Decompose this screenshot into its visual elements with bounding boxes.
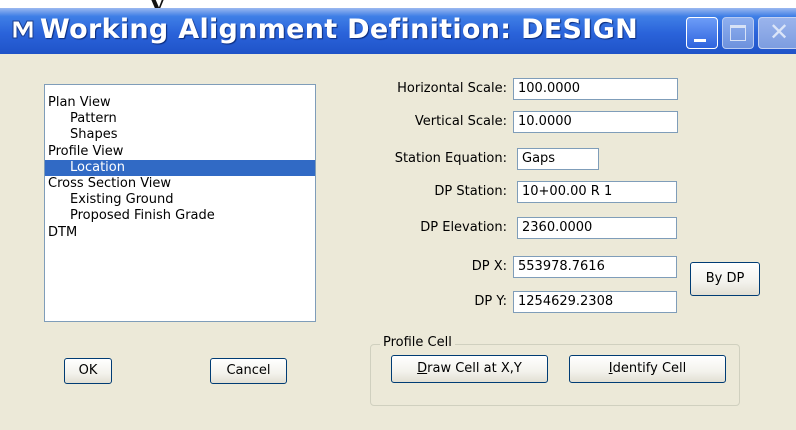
dp-station-label: DP Station: [434,184,507,199]
title-bar[interactable]: Working Alignment Definition: DESIGN ✕ [0,8,796,54]
profile-cell-group-title: Profile Cell [380,335,455,350]
identify-cell-button[interactable]: Identify Cell [569,355,726,383]
list-item-plan-view[interactable]: Plan View [45,95,315,111]
list-item-proposed-finish-grade[interactable]: Proposed Finish Grade [45,208,315,224]
dp-elevation-label: DP Elevation: [420,220,507,235]
vertical-scale-field[interactable]: 10.0000 [513,111,678,133]
window-title: Working Alignment Definition: DESIGN [40,14,639,45]
dp-x-field[interactable]: 553978.7616 [513,256,677,278]
station-equation-field[interactable]: Gaps [517,148,599,170]
maximize-button[interactable] [722,17,754,49]
list-item-existing-ground[interactable]: Existing Ground [45,192,315,208]
list-item-location[interactable]: Location [45,159,315,176]
list-item-cross-section-view[interactable]: Cross Section View [45,176,315,192]
vertical-scale-label: Vertical Scale: [414,114,507,129]
cancel-button[interactable]: Cancel [210,358,287,384]
horizontal-scale-field[interactable]: 100.0000 [513,78,678,100]
list-item-dtm[interactable]: DTM [45,225,315,241]
draw-cell-mnemonic: D [417,361,428,376]
view-tree-list[interactable]: Plan View Pattern Shapes Profile View Lo… [44,84,316,322]
dialog-window: Working Alignment Definition: DESIGN ✕ P… [0,8,796,430]
maximize-icon [730,25,746,41]
dp-station-field[interactable]: 10+00.00 R 1 [517,181,677,203]
minimize-icon [694,39,706,42]
close-button[interactable]: ✕ [758,17,796,49]
close-icon: ✕ [769,18,790,46]
station-equation-label: Station Equation: [394,151,507,166]
minimize-button[interactable] [686,17,718,49]
dp-y-field[interactable]: 1254629.2308 [513,291,677,313]
dp-x-label: DP X: [471,259,507,274]
microstation-icon [10,16,36,42]
list-item-shapes[interactable]: Shapes [45,127,315,143]
draw-cell-label: raw Cell at X,Y [427,361,522,376]
draw-cell-button[interactable]: Draw Cell at X,Y [391,355,548,383]
list-item-pattern[interactable]: Pattern [45,111,315,127]
dp-elevation-field[interactable]: 2360.0000 [517,217,677,239]
list-item-profile-view[interactable]: Profile View [45,144,315,160]
horizontal-scale-label: Horizontal Scale: [397,81,507,96]
identify-cell-label: dentify Cell [612,361,687,376]
by-dp-button[interactable]: By DP [690,262,760,296]
dp-y-label: DP Y: [474,294,507,309]
ok-button[interactable]: OK [64,358,112,384]
